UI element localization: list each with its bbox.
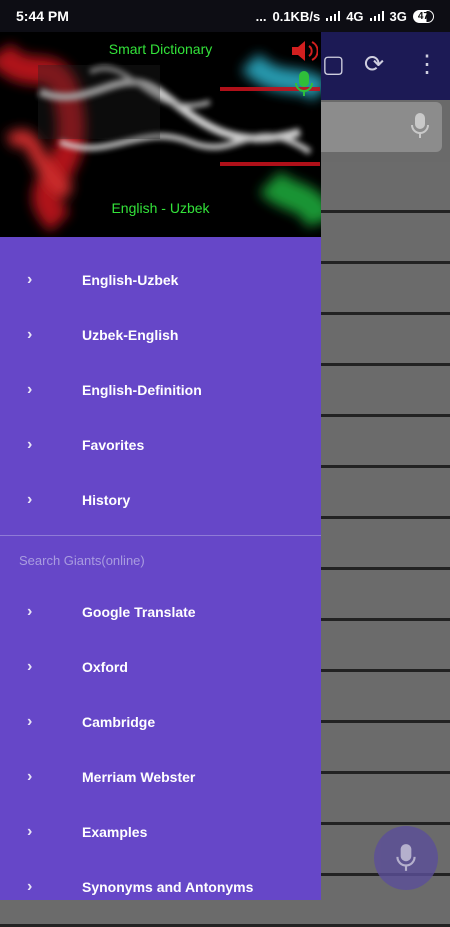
nav-item-google-translate[interactable]: › Google Translate	[0, 584, 321, 639]
drawer-header: Smart Dictionary English - Uzbek	[0, 32, 321, 237]
chevron-right-icon: ›	[27, 822, 33, 840]
chevron-right-icon: ›	[27, 270, 33, 288]
nav-item-label: Google Translate	[82, 603, 196, 620]
chevron-right-icon: ›	[27, 657, 33, 675]
nav-item-uzbek-english[interactable]: › Uzbek-English	[0, 307, 321, 362]
chevron-right-icon: ›	[27, 490, 33, 508]
status-time: 5:44 PM	[16, 8, 69, 24]
nav-item-label: Cambridge	[82, 713, 156, 730]
more-options-icon[interactable]: ⋮	[415, 50, 439, 79]
nav-item-favorites[interactable]: › Favorites	[0, 417, 321, 472]
chevron-right-icon: ›	[27, 712, 33, 730]
chevron-right-icon: ›	[27, 877, 33, 895]
mic-icon[interactable]	[294, 70, 314, 103]
nav-item-cambridge[interactable]: › Cambridge	[0, 694, 321, 749]
nav-item-label: Favorites	[82, 436, 145, 453]
nav-item-label: Merriam Webster	[82, 768, 196, 785]
network-speed: 0.1KB/s	[272, 8, 321, 24]
nav-item-label: Synonyms and Antonyms	[82, 878, 254, 895]
chevron-right-icon: ›	[27, 380, 33, 398]
nav-item-synonyms-antonyms[interactable]: › Synonyms and Antonyms	[0, 859, 321, 900]
voice-search-button[interactable]	[374, 826, 438, 890]
status-indicators: ... 0.1KB/s 4G 3G 47	[256, 9, 434, 24]
toolbar-icon[interactable]: ▢	[322, 50, 345, 79]
refresh-icon[interactable]: ⟳	[364, 50, 384, 79]
nav-item-label: English-Uzbek	[82, 271, 179, 288]
mic-icon	[396, 844, 416, 871]
chevron-right-icon: ›	[27, 602, 33, 620]
nav-item-examples[interactable]: › Examples	[0, 804, 321, 859]
network-type-2: 3G	[389, 8, 407, 24]
nav-item-label: Uzbek-English	[82, 326, 179, 343]
nav-item-english-definition[interactable]: › English-Definition	[0, 362, 321, 417]
nav-item-label: Oxford	[82, 658, 128, 675]
nav-item-history[interactable]: › History	[0, 472, 321, 527]
nav-item-merriam-webster[interactable]: › Merriam Webster	[0, 749, 321, 804]
navigation-drawer: Smart Dictionary English - Uzbek › Engli…	[0, 32, 321, 900]
chevron-right-icon: ›	[27, 435, 33, 453]
network-type-1: 4G	[346, 8, 364, 24]
chevron-right-icon: ›	[27, 325, 33, 343]
app-title: Smart Dictionary	[108, 41, 213, 57]
signal-icon-2	[369, 11, 384, 21]
battery-icon: 47	[412, 9, 434, 23]
status-dots: ...	[255, 8, 267, 24]
chevron-right-icon: ›	[27, 767, 33, 785]
search-input[interactable]	[300, 102, 442, 152]
mic-icon[interactable]	[410, 112, 430, 145]
status-bar: 5:44 PM ... 0.1KB/s 4G 3G 47	[0, 0, 450, 32]
nav-item-label: Examples	[82, 823, 148, 840]
nav-item-label: History	[82, 491, 131, 508]
nav-item-oxford[interactable]: › Oxford	[0, 639, 321, 694]
nav-item-label: English-Definition	[82, 381, 202, 398]
nav-item-english-uzbek[interactable]: › English-Uzbek	[0, 252, 321, 307]
section-title-online: Search Giants(online)	[19, 552, 145, 568]
language-pair: English - Uzbek	[111, 200, 210, 216]
speaker-icon[interactable]	[290, 38, 319, 69]
signal-icon	[326, 11, 341, 21]
